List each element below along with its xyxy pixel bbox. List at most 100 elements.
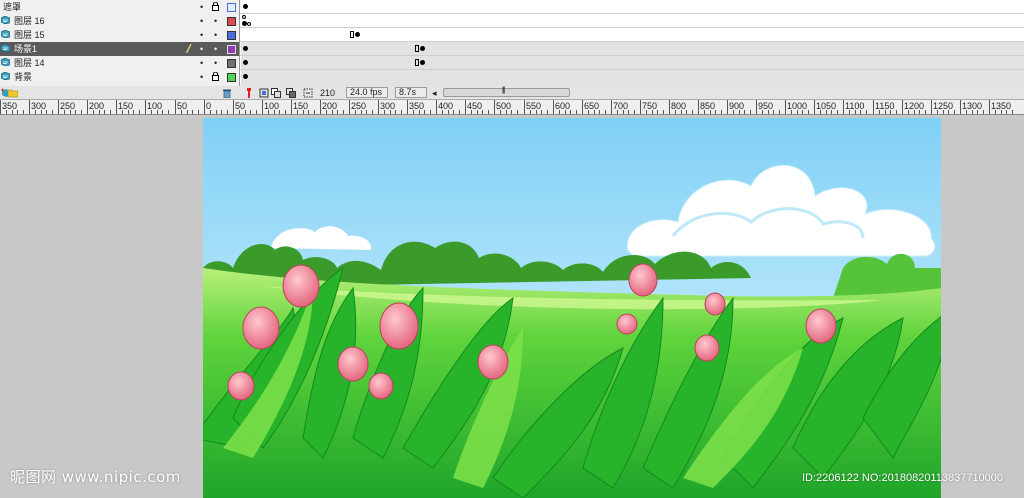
keyframe[interactable] (243, 46, 248, 51)
ruler-minor-tick (181, 110, 182, 114)
ruler-minor-tick (459, 110, 460, 114)
ruler-major-tick (87, 100, 88, 114)
span-end-marker[interactable] (415, 59, 419, 66)
ruler-major-tick (494, 100, 495, 114)
outline-color-swatch[interactable] (227, 73, 236, 82)
ruler-minor-tick (733, 110, 734, 114)
add-folder-icon[interactable] (8, 88, 18, 98)
ruler-major-tick (785, 100, 786, 114)
ruler-minor-tick (768, 110, 769, 114)
ruler-minor-tick (326, 110, 327, 114)
lock-dot[interactable]: • (214, 15, 217, 27)
ruler-minor-tick (216, 110, 217, 114)
ruler-minor-tick (831, 110, 832, 114)
layer-name-cell[interactable]: 图层 15 • • (0, 28, 240, 42)
keyframe-empty[interactable] (247, 22, 251, 26)
ruler-minor-tick (866, 110, 867, 114)
layer-label: 图层 15 (14, 30, 45, 40)
layer-name-cell[interactable]: 背景 • (0, 70, 240, 86)
frame-track[interactable] (241, 56, 1024, 69)
ruler-minor-tick (482, 110, 483, 114)
ruler-minor-tick (506, 110, 507, 114)
ruler-minor-tick (210, 110, 211, 114)
keyframe[interactable] (420, 46, 425, 51)
playhead-icon[interactable] (244, 88, 254, 98)
outline-color-swatch[interactable] (227, 3, 236, 12)
ruler-label: 550 (526, 101, 542, 111)
layer-row-scene1[interactable]: 场景1 • • (0, 42, 1024, 56)
stage-artwork[interactable] (203, 118, 941, 498)
keyframe[interactable] (243, 4, 248, 9)
outline-color-swatch[interactable] (227, 45, 236, 54)
ruler-minor-tick (70, 110, 71, 114)
scroll-left-icon[interactable]: ◂ (432, 87, 437, 99)
ruler-minor-tick (681, 110, 682, 114)
layer-row-14[interactable]: 图层 14 • • (0, 56, 1024, 70)
layer-row-background[interactable]: 背景 • (0, 70, 1024, 86)
keyframe[interactable] (243, 74, 248, 79)
visibility-dot[interactable]: • (200, 15, 203, 27)
onion-skin-outlines-icon[interactable] (286, 88, 296, 98)
outline-color-swatch[interactable] (227, 31, 236, 40)
visibility-dot[interactable]: • (200, 1, 203, 13)
ruler-major-tick (727, 100, 728, 114)
visibility-dot[interactable]: • (200, 29, 203, 41)
layer-name-cell[interactable]: 场景1 • • (0, 42, 240, 56)
ruler-minor-tick (239, 110, 240, 114)
layer-name-cell[interactable]: 图层 16 • • (0, 14, 240, 28)
keyframe-empty[interactable] (242, 15, 246, 19)
frame-track[interactable] (241, 14, 1024, 27)
ruler-label: 750 (642, 101, 658, 111)
onion-skin-icon[interactable] (271, 88, 281, 98)
edit-multiple-frames-icon[interactable] (303, 88, 313, 98)
layer-label: 遮罩 (3, 2, 22, 12)
ruler-minor-tick (710, 110, 711, 114)
lock-icon[interactable] (212, 72, 219, 81)
ruler-minor-tick (983, 110, 984, 114)
lock-icon[interactable] (212, 2, 219, 11)
layer-row-15[interactable]: 图层 15 • • (0, 28, 1024, 42)
span-end-marker[interactable] (350, 31, 354, 38)
lock-dot[interactable]: • (214, 29, 217, 41)
center-frame-icon[interactable] (259, 88, 269, 98)
layer-row-16[interactable]: 图层 16 • • (0, 14, 1024, 28)
trash-icon[interactable] (222, 88, 232, 98)
frame-rate-field[interactable]: 24.0 fps (346, 87, 388, 98)
empty-span[interactable] (241, 29, 352, 41)
outline-color-swatch[interactable] (227, 59, 236, 68)
span-end-marker[interactable] (415, 45, 419, 52)
elapsed-time-field[interactable]: 8.7s (395, 87, 427, 98)
visibility-dot[interactable]: • (200, 71, 203, 83)
watermark: 昵图网 www.nipic.com (10, 468, 181, 486)
timeline-scrollbar[interactable]: ||| (443, 87, 570, 97)
visibility-dot[interactable]: • (200, 57, 203, 69)
ruler-minor-tick (1006, 110, 1007, 114)
frame-track[interactable] (241, 70, 1024, 86)
ruler-minor-tick (750, 110, 751, 114)
layer-icon (1, 30, 10, 38)
keyframe[interactable] (243, 60, 248, 65)
lock-dot[interactable]: • (214, 43, 217, 55)
layer-name-cell[interactable]: 图层 14 • • (0, 56, 240, 70)
ruler-minor-tick (511, 110, 512, 114)
ruler-label: 150 (293, 101, 309, 111)
ruler-minor-tick (559, 110, 560, 114)
frame-track[interactable] (241, 0, 1024, 13)
frame-track[interactable] (241, 28, 1024, 41)
layer-name-cell[interactable]: 遮罩 • (0, 0, 240, 14)
ruler-minor-tick (885, 110, 886, 114)
ruler-label: 300 (380, 101, 396, 111)
lock-dot[interactable]: • (214, 57, 217, 69)
ruler-minor-tick (23, 110, 24, 114)
ruler-minor-tick (314, 110, 315, 114)
layer-row-mask[interactable]: 遮罩 • (0, 0, 1024, 14)
outline-color-swatch[interactable] (227, 17, 236, 26)
frame-track[interactable] (241, 42, 1024, 55)
visibility-dot[interactable]: • (200, 43, 203, 55)
ruler-minor-tick (192, 110, 193, 114)
ruler-minor-tick (948, 110, 949, 114)
keyframe[interactable] (355, 32, 360, 37)
ruler-minor-tick (820, 110, 821, 114)
ruler-minor-tick (588, 110, 589, 114)
keyframe[interactable] (420, 60, 425, 65)
